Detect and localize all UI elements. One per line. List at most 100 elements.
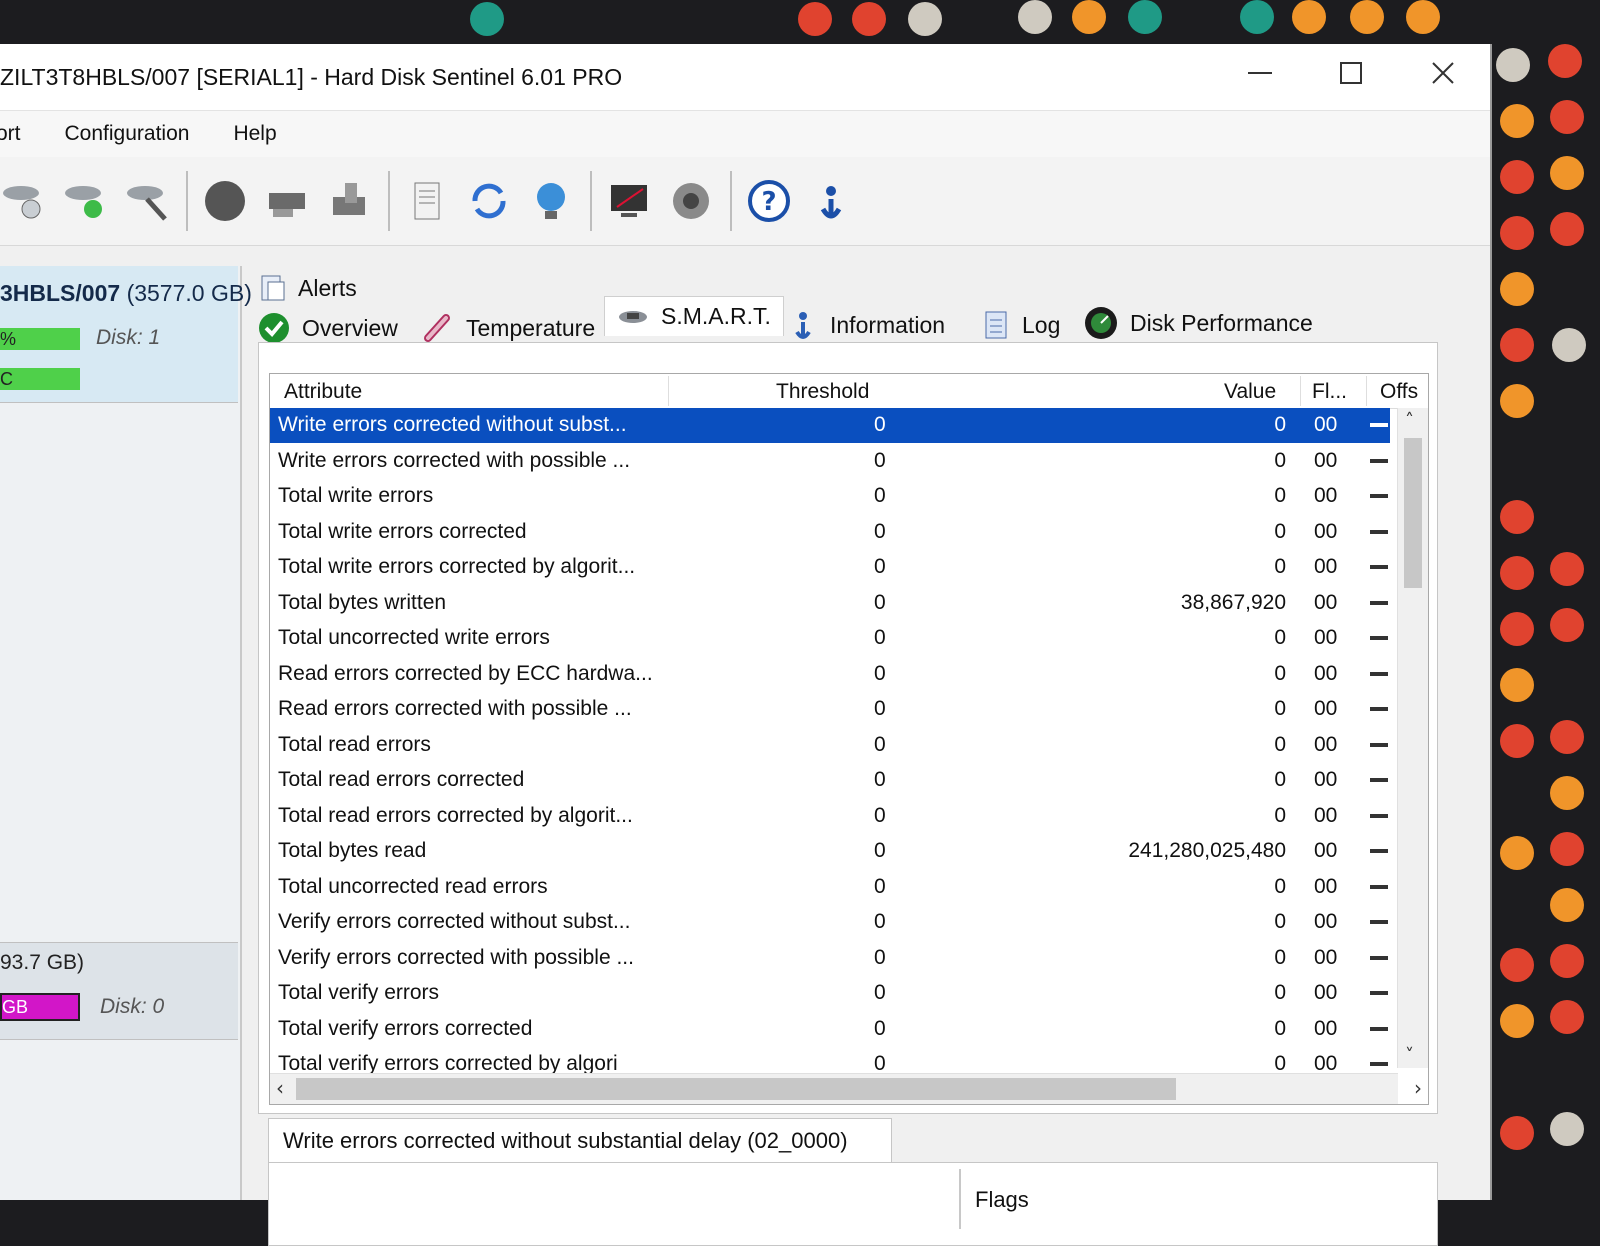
- table-row[interactable]: Total read errors corrected 0 0 00: [270, 763, 1390, 798]
- tab-temperature[interactable]: Temperature: [422, 312, 595, 344]
- cell-value: 241,280,025,480: [1128, 839, 1286, 862]
- disk1-temp-bar: C: [0, 368, 80, 390]
- tab-disk-performance[interactable]: Disk Performance: [1084, 306, 1313, 340]
- network-icon[interactable]: [528, 178, 574, 224]
- cell-value: 0: [1274, 413, 1286, 436]
- offset-dash-icon: [1370, 423, 1388, 427]
- column-separator[interactable]: [668, 376, 669, 406]
- menu-help[interactable]: Help: [233, 122, 276, 146]
- table-row[interactable]: Write errors corrected without subst... 0…: [270, 408, 1390, 443]
- offset-dash-icon: [1370, 1026, 1388, 1031]
- header-flags[interactable]: Fl...: [1312, 380, 1347, 404]
- close-button[interactable]: [1408, 50, 1478, 96]
- disk-shield-icon[interactable]: [326, 178, 372, 224]
- toolbar: ?: [0, 157, 1490, 246]
- report-icon[interactable]: [404, 178, 450, 224]
- attribute-details-panel: Flags: [268, 1162, 1438, 1246]
- column-separator[interactable]: [1300, 376, 1301, 406]
- disk-list-panel: 3HBLS/007 (3577.0 GB) % Disk: 1 C 93.7 G…: [0, 266, 252, 1200]
- tab-log[interactable]: Log: [982, 310, 1060, 340]
- table-row[interactable]: Read errors corrected with possible ... 0…: [270, 692, 1390, 727]
- table-row[interactable]: Total uncorrected read errors 0 0 00: [270, 870, 1390, 905]
- table-row[interactable]: Total read errors corrected by algorit..…: [270, 799, 1390, 834]
- disk-refresh-icon[interactable]: [0, 178, 46, 224]
- check-icon: [258, 312, 290, 344]
- menu-configuration[interactable]: Configuration: [65, 122, 190, 146]
- vertical-scrollbar[interactable]: ˄ ˅: [1397, 408, 1428, 1068]
- refresh-icon[interactable]: [466, 178, 512, 224]
- tab-alerts[interactable]: Alerts: [258, 274, 357, 302]
- scroll-up-icon[interactable]: ˄: [1405, 410, 1414, 431]
- attribute-description-tab[interactable]: Write errors corrected without substanti…: [268, 1118, 892, 1162]
- tab-bar: Alerts Overview Temperature S.M.A.R.T. I…: [258, 266, 1478, 346]
- thermometer-icon: [422, 312, 454, 344]
- table-row[interactable]: Total uncorrected write errors 0 0 00: [270, 621, 1390, 656]
- offset-dash-icon: [1370, 884, 1388, 889]
- offset-dash-icon: [1370, 813, 1388, 818]
- disk-ok-icon[interactable]: [62, 178, 108, 224]
- tab-smart-label: S.M.A.R.T.: [661, 303, 771, 329]
- disk-tools-icon[interactable]: [124, 178, 170, 224]
- disk-list-item-disk0[interactable]: 93.7 GB) GB Disk: 0: [0, 942, 238, 1040]
- offset-dash-icon: [1370, 707, 1388, 711]
- sound-icon[interactable]: [668, 178, 714, 224]
- disk-surface-icon[interactable]: [202, 178, 248, 224]
- scroll-right-icon[interactable]: ›: [1414, 1076, 1422, 1100]
- cell-value: 0: [1274, 910, 1286, 933]
- cell-attribute: Total read errors corrected: [278, 768, 525, 791]
- tab-information[interactable]: Information: [788, 310, 945, 340]
- cell-threshold: 0: [874, 484, 886, 507]
- smart-table[interactable]: Attribute Threshold Value Fl... Offs Wri…: [269, 373, 1429, 1105]
- table-row[interactable]: Total verify errors corrected 0 0 00: [270, 1012, 1390, 1047]
- header-threshold[interactable]: Threshold: [776, 380, 869, 404]
- table-row[interactable]: Total write errors corrected by algorit.…: [270, 550, 1390, 585]
- table-row[interactable]: Read errors corrected by ECC hardwa... 0 0…: [270, 657, 1390, 692]
- cell-threshold: 0: [874, 519, 886, 543]
- maximize-button[interactable]: [1316, 50, 1386, 96]
- cell-attribute: Total read errors corrected by algorit..…: [278, 803, 633, 827]
- tab-smart[interactable]: S.M.A.R.T.: [604, 296, 784, 336]
- header-offset[interactable]: Offs: [1380, 380, 1418, 404]
- disk-eject-icon[interactable]: [264, 178, 310, 224]
- table-row[interactable]: Total bytes written 0 38,867,920 00: [270, 586, 1390, 621]
- header-value[interactable]: Value: [1224, 380, 1276, 404]
- table-row[interactable]: Total write errors corrected 0 0 00: [270, 515, 1390, 550]
- table-row[interactable]: Write errors corrected with possible ...…: [270, 444, 1390, 479]
- offset-dash-icon: [1370, 991, 1388, 995]
- cell-value: 0: [1274, 945, 1286, 969]
- menu-report[interactable]: ort: [0, 122, 21, 146]
- tab-alerts-label: Alerts: [298, 274, 357, 301]
- offset-dash-icon: [1370, 671, 1388, 676]
- table-row[interactable]: Total write errors 0 0 00: [270, 479, 1390, 514]
- scroll-down-icon[interactable]: ˅: [1405, 1045, 1414, 1066]
- minimize-button[interactable]: [1225, 50, 1295, 96]
- table-row[interactable]: Verify errors corrected with possible ..…: [270, 941, 1390, 976]
- smart-panel: Attribute Threshold Value Fl... Offs Wri…: [258, 342, 1438, 1114]
- tab-overview[interactable]: Overview: [258, 312, 398, 344]
- help-icon[interactable]: ?: [746, 178, 792, 224]
- cell-threshold: 0: [874, 590, 886, 614]
- vertical-scroll-thumb[interactable]: [1404, 438, 1422, 588]
- scroll-left-icon[interactable]: ‹: [276, 1076, 284, 1100]
- horizontal-scrollbar[interactable]: ‹ ›: [270, 1073, 1422, 1104]
- column-separator[interactable]: [1366, 376, 1367, 406]
- info-icon[interactable]: [808, 178, 854, 224]
- disk-list-item-disk1[interactable]: 3HBLS/007 (3577.0 GB) % Disk: 1 C: [0, 266, 252, 403]
- maximize-icon: [1340, 62, 1362, 84]
- offset-dash-icon: [1370, 600, 1388, 605]
- cell-threshold: 0: [874, 1016, 886, 1040]
- menu-bar: ort Configuration Help: [0, 111, 1490, 157]
- disk1-size: (3577.0 GB): [126, 280, 252, 306]
- table-row[interactable]: Total bytes read 0 241,280,025,480 00: [270, 834, 1390, 869]
- table-row[interactable]: Total read errors 0 0 00: [270, 728, 1390, 763]
- disk1-number: Disk: 1: [96, 326, 161, 349]
- cell-flags: 00: [1314, 697, 1338, 720]
- cell-flags: 00: [1314, 555, 1338, 578]
- cell-flags: 00: [1314, 874, 1338, 898]
- monitor-icon[interactable]: [606, 178, 652, 224]
- table-row[interactable]: Total verify errors 0 0 00: [270, 976, 1390, 1011]
- header-attribute[interactable]: Attribute: [284, 380, 362, 404]
- horizontal-scroll-thumb[interactable]: [296, 1078, 1176, 1100]
- cell-attribute: Write errors corrected without subst...: [278, 413, 627, 436]
- table-row[interactable]: Verify errors corrected without subst...…: [270, 905, 1390, 940]
